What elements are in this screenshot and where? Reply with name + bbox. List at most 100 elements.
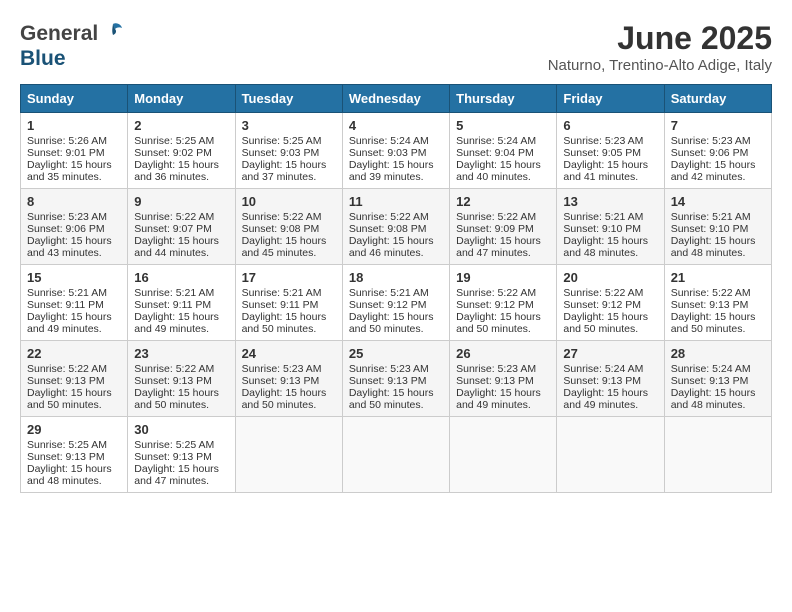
day-number: 27 <box>563 346 657 361</box>
day-info-line: Daylight: 15 hours <box>27 463 121 475</box>
day-info-line: Daylight: 15 hours <box>349 311 443 323</box>
calendar-table: SundayMondayTuesdayWednesdayThursdayFrid… <box>20 84 772 493</box>
day-info-line: Sunrise: 5:23 AM <box>27 211 121 223</box>
day-info-line: and 42 minutes. <box>671 171 765 183</box>
day-info-line: Sunrise: 5:22 AM <box>563 287 657 299</box>
day-info-line: Daylight: 15 hours <box>134 387 228 399</box>
day-info-line: Sunrise: 5:21 AM <box>242 287 336 299</box>
calendar-week-row: 15 Sunrise: 5:21 AM Sunset: 9:11 PM Dayligh… <box>21 265 772 341</box>
calendar-cell: 17Sunrise: 5:21 AMSunset: 9:11 PMDayligh… <box>235 265 342 341</box>
day-info-line: Sunset: 9:13 PM <box>456 375 550 387</box>
day-info-line: Daylight: 15 hours <box>456 311 550 323</box>
day-number: 26 <box>456 346 550 361</box>
calendar-cell: 14Sunrise: 5:21 AMSunset: 9:10 PMDayligh… <box>664 189 771 265</box>
day-info-line: Sunset: 9:08 PM <box>242 223 336 235</box>
day-info-line: and 48 minutes. <box>671 247 765 259</box>
calendar-cell: 6Sunrise: 5:23 AMSunset: 9:05 PMDaylight… <box>557 113 664 189</box>
calendar-cell: 18Sunrise: 5:21 AMSunset: 9:12 PMDayligh… <box>342 265 449 341</box>
calendar-cell: 21 Sunrise: 5:22 AMSunset: 9:13 PMDayligh… <box>664 265 771 341</box>
day-info-line: Daylight: 15 hours <box>671 159 765 171</box>
day-info-line: Daylight: 15 hours <box>349 235 443 247</box>
day-info-line: Sunrise: 5:23 AM <box>242 363 336 375</box>
day-info-line: Sunset: 9:03 PM <box>242 147 336 159</box>
day-number: 29 <box>27 422 121 437</box>
day-info-line: Sunrise: 5:23 AM <box>671 135 765 147</box>
calendar-cell: 27Sunrise: 5:24 AMSunset: 9:13 PMDayligh… <box>557 341 664 417</box>
day-info-line: Sunrise: 5:24 AM <box>456 135 550 147</box>
day-info-line: Sunrise: 5:22 AM <box>456 211 550 223</box>
day-info-line: Sunset: 9:13 PM <box>27 451 121 463</box>
day-number: 14 <box>671 194 765 209</box>
day-info-line: Sunset: 9:09 PM <box>456 223 550 235</box>
day-info-line: Sunset: 9:13 PM <box>134 451 228 463</box>
day-info-line: and 44 minutes. <box>134 247 228 259</box>
day-info-line: and 36 minutes. <box>134 171 228 183</box>
day-info-line: Sunset: 9:13 PM <box>671 299 765 311</box>
day-info-line: Sunset: 9:02 PM <box>134 147 228 159</box>
day-info-line: and 47 minutes. <box>134 475 228 487</box>
day-info-line: Sunset: 9:13 PM <box>563 375 657 387</box>
day-info-line: and 48 minutes. <box>563 247 657 259</box>
calendar-cell: 10Sunrise: 5:22 AMSunset: 9:08 PMDayligh… <box>235 189 342 265</box>
calendar-cell <box>235 417 342 493</box>
calendar-cell: 25Sunrise: 5:23 AMSunset: 9:13 PMDayligh… <box>342 341 449 417</box>
calendar-cell: 26Sunrise: 5:23 AMSunset: 9:13 PMDayligh… <box>450 341 557 417</box>
calendar-cell: 12Sunrise: 5:22 AMSunset: 9:09 PMDayligh… <box>450 189 557 265</box>
day-info-line: Sunset: 9:11 PM <box>134 299 228 311</box>
day-info-line: Sunrise: 5:25 AM <box>242 135 336 147</box>
calendar-cell: 20Sunrise: 5:22 AMSunset: 9:12 PMDayligh… <box>557 265 664 341</box>
day-info-line: Daylight: 15 hours <box>671 311 765 323</box>
calendar-cell: 13Sunrise: 5:21 AMSunset: 9:10 PMDayligh… <box>557 189 664 265</box>
weekday-header-monday: Monday <box>128 85 235 113</box>
calendar-cell: 4Sunrise: 5:24 AMSunset: 9:03 PMDaylight… <box>342 113 449 189</box>
calendar-week-row: 8Sunrise: 5:23 AMSunset: 9:06 PMDaylight… <box>21 189 772 265</box>
weekday-header-row: SundayMondayTuesdayWednesdayThursdayFrid… <box>21 85 772 113</box>
day-info-line: Daylight: 15 hours <box>563 159 657 171</box>
day-info-line: Sunrise: 5:22 AM <box>671 287 765 299</box>
day-number: 9 <box>134 194 228 209</box>
day-number: 6 <box>563 118 657 133</box>
day-info-line: and 50 minutes. <box>671 323 765 335</box>
day-number: 2 <box>134 118 228 133</box>
day-info-line: Sunrise: 5:25 AM <box>27 439 121 451</box>
day-number: 16 <box>134 270 228 285</box>
day-info-line: Sunset: 9:08 PM <box>349 223 443 235</box>
calendar-cell: 5Sunrise: 5:24 AMSunset: 9:04 PMDaylight… <box>450 113 557 189</box>
day-number: 15 <box>27 270 121 285</box>
weekday-header-tuesday: Tuesday <box>235 85 342 113</box>
day-info-line: Daylight: 15 hours <box>134 159 228 171</box>
day-info-line: and 49 minutes. <box>456 399 550 411</box>
day-info-line: and 50 minutes. <box>134 399 228 411</box>
day-number: 19 <box>456 270 550 285</box>
day-number: 24 <box>242 346 336 361</box>
day-info-line: Daylight: 15 hours <box>456 159 550 171</box>
calendar-cell: 29 Sunrise: 5:25 AMSunset: 9:13 PMDayligh… <box>21 417 128 493</box>
title-area: June 2025 Naturno, Trentino-Alto Adige, … <box>548 20 772 74</box>
day-info-line: Sunrise: 5:22 AM <box>134 363 228 375</box>
day-info-line: Sunset: 9:07 PM <box>134 223 228 235</box>
day-info-line: Sunrise: 5:21 AM <box>27 287 121 299</box>
logo-blue: Blue <box>20 47 66 71</box>
day-info-line: and 45 minutes. <box>242 247 336 259</box>
day-number: 25 <box>349 346 443 361</box>
day-info-line: Sunset: 9:10 PM <box>671 223 765 235</box>
day-info-line: and 48 minutes. <box>27 475 121 487</box>
day-info-line: and 50 minutes. <box>563 323 657 335</box>
weekday-header-wednesday: Wednesday <box>342 85 449 113</box>
day-info-line: and 49 minutes. <box>563 399 657 411</box>
location-subtitle: Naturno, Trentino-Alto Adige, Italy <box>548 57 772 74</box>
day-info-line: and 46 minutes. <box>349 247 443 259</box>
day-info-line: Daylight: 15 hours <box>671 235 765 247</box>
weekday-header-thursday: Thursday <box>450 85 557 113</box>
day-info-line: and 50 minutes. <box>242 399 336 411</box>
day-info-line: and 35 minutes. <box>27 171 121 183</box>
day-info-line: Daylight: 15 hours <box>27 311 121 323</box>
day-number: 21 <box>671 270 765 285</box>
day-info-line: Sunset: 9:13 PM <box>349 375 443 387</box>
calendar-week-row: 29Sunrise: 5:25 AMSunset: 9:13 PMDayligh… <box>21 417 772 493</box>
logo: General Blue <box>20 20 124 71</box>
day-info-line: and 39 minutes. <box>349 171 443 183</box>
calendar-cell: 19Sunrise: 5:22 AMSunset: 9:12 PMDayligh… <box>450 265 557 341</box>
day-info-line: Daylight: 15 hours <box>242 235 336 247</box>
calendar-cell: 3Sunrise: 5:25 AMSunset: 9:03 PMDaylight… <box>235 113 342 189</box>
